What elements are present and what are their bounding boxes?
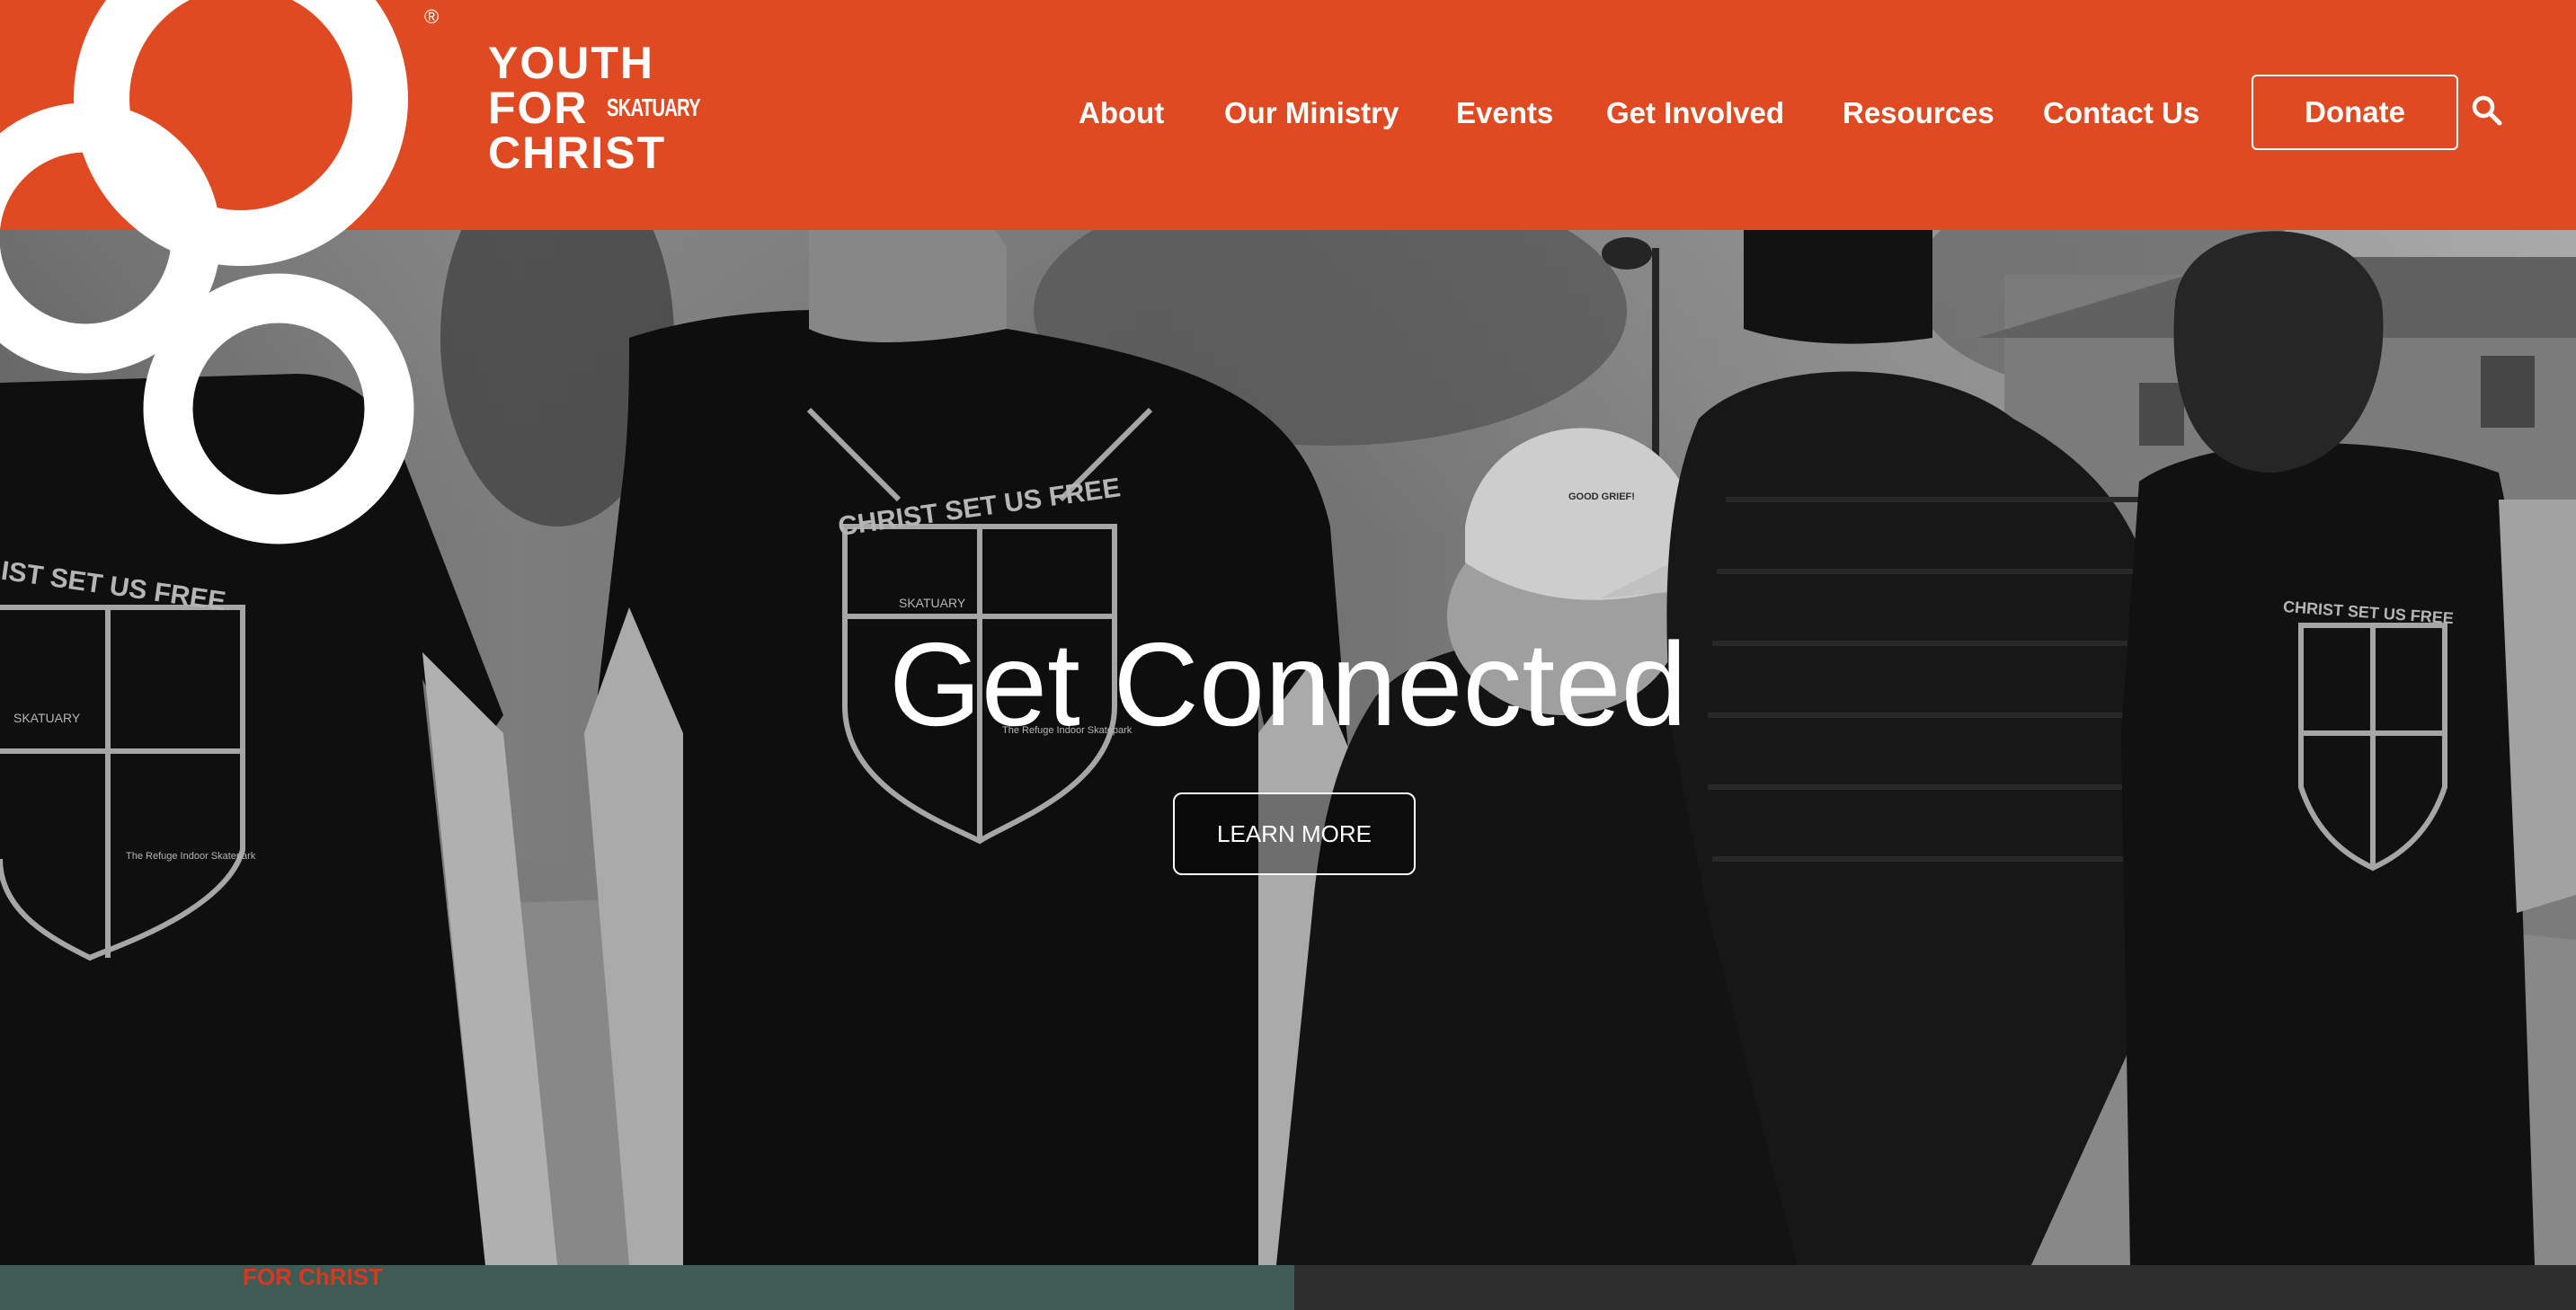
nav-resources[interactable]: Resources [1843,93,1994,134]
logo-line-christ: CHRIST [488,128,667,178]
learn-more-button[interactable]: LEARN MORE [1173,792,1416,875]
hero-title: Get Connected [889,618,1687,750]
feature-card-left[interactable]: FOR ChRIST [0,1265,1294,1310]
logo-rings-icon[interactable] [0,0,431,557]
nav-events[interactable]: Events [1456,93,1553,134]
registered-mark: ® [424,5,440,28]
feature-card-right[interactable] [1294,1265,2576,1310]
logo-sub-skatuary: SKATUARY [607,93,701,121]
logo-line-youth: YOUTH [488,38,654,88]
nav-our-ministry[interactable]: Our Ministry [1224,93,1399,134]
nav-about[interactable]: About [1079,93,1164,134]
search-icon[interactable] [2470,93,2504,128]
nav-contact-us[interactable]: Contact Us [2043,93,2199,134]
nav-get-involved[interactable]: Get Involved [1606,93,1784,134]
feature-card-left-text: FOR ChRIST [243,1265,383,1290]
donate-button[interactable]: Donate [2252,75,2458,150]
